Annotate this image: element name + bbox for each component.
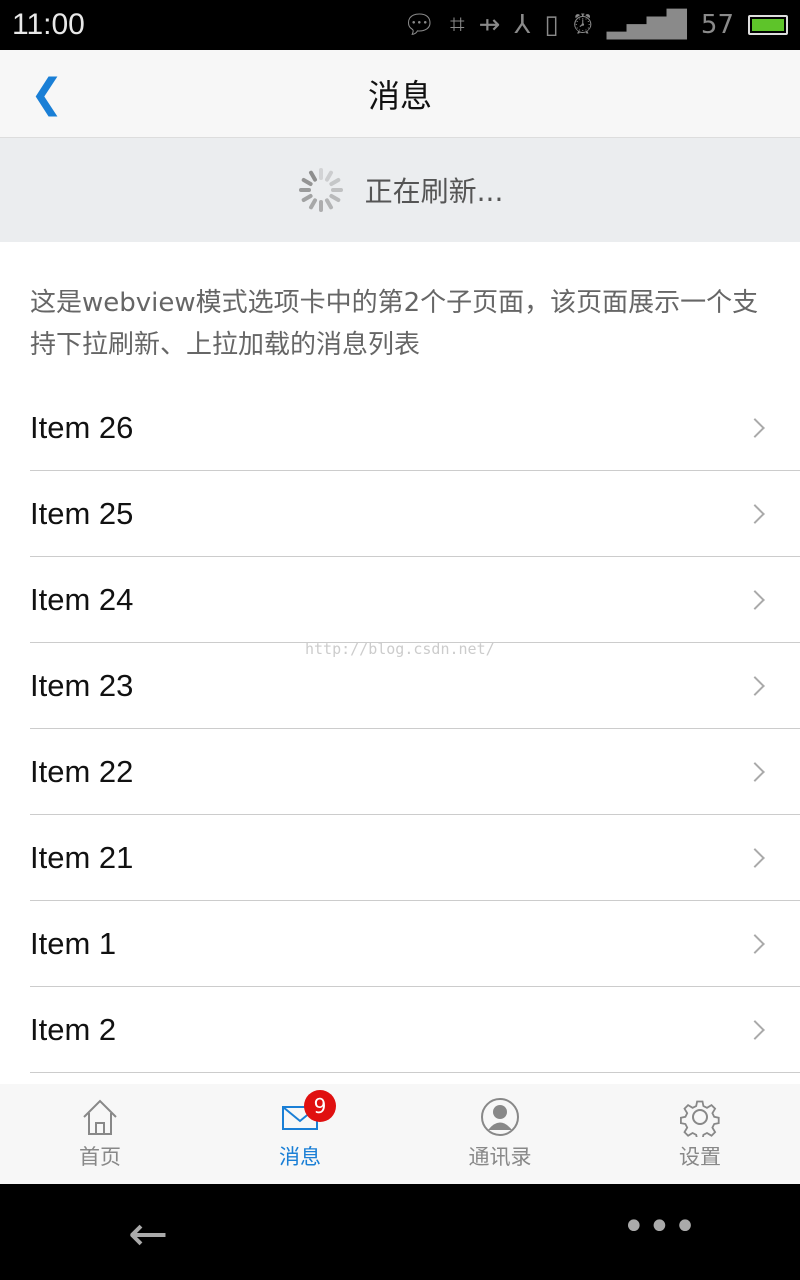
list-item[interactable]: Item 2 xyxy=(30,987,800,1073)
tab-bar: 首页 9 消息 通讯录 设置 xyxy=(0,1084,800,1184)
list-item[interactable]: Item 25 xyxy=(30,471,800,557)
watermark: http://blog.csdn.net/ xyxy=(305,640,495,658)
list-item[interactable]: Item 24 xyxy=(30,557,800,643)
battery-level: 57 xyxy=(700,10,734,40)
header: ❮ 消息 xyxy=(0,50,800,138)
chevron-left-icon: ❮ xyxy=(30,71,64,117)
item-label: Item 25 xyxy=(30,495,134,531)
alarm-icon: ⏰︎ xyxy=(572,9,593,40)
chat-icon: 💬︎ xyxy=(402,10,436,40)
tab-home[interactable]: 首页 xyxy=(0,1084,200,1184)
message-list: Item 26 Item 25 Item 24 Item 23 Item 22 Item … xyxy=(0,385,800,1073)
item-label: Item 2 xyxy=(30,1011,117,1047)
chevron-right-icon xyxy=(745,1019,765,1040)
item-label: Item 24 xyxy=(30,581,134,617)
status-bar: 11:00 💬︎ ⌗ ⇸ ⅄ ▯ ⏰︎ ▂▄▆█ 57 xyxy=(0,0,800,50)
unread-badge: 9 xyxy=(304,1090,336,1122)
chevron-right-icon xyxy=(745,761,765,782)
chevron-right-icon xyxy=(745,503,765,524)
item-label: Item 26 xyxy=(30,409,134,445)
tab-label: 消息 xyxy=(279,1145,321,1169)
chevron-right-icon xyxy=(745,675,765,696)
chevron-right-icon xyxy=(745,847,765,868)
system-back-button[interactable]: ← xyxy=(128,1206,168,1262)
tab-settings[interactable]: 设置 xyxy=(600,1084,800,1184)
system-nav-bar: ← ••• xyxy=(0,1184,800,1280)
item-label: Item 21 xyxy=(30,839,134,875)
tab-label: 通讯录 xyxy=(468,1145,532,1169)
clock: 11:00 xyxy=(12,8,85,41)
spinner-icon xyxy=(297,166,345,214)
tab-messages[interactable]: 9 消息 xyxy=(200,1084,400,1184)
home-icon xyxy=(83,1099,117,1135)
system-menu-button[interactable]: ••• xyxy=(622,1204,699,1250)
list-item[interactable]: Item 1 xyxy=(30,901,800,987)
chevron-right-icon xyxy=(745,933,765,954)
refresh-text: 正在刷新... xyxy=(364,175,504,208)
page-description: 这是webview模式选项卡中的第2个子页面，该页面展示一个支持下拉刷新、上拉加… xyxy=(30,288,759,360)
tab-label: 首页 xyxy=(79,1145,121,1169)
page-title: 消息 xyxy=(367,76,432,115)
tab-label: 设置 xyxy=(679,1145,721,1169)
chevron-right-icon xyxy=(745,589,765,610)
contacts-icon xyxy=(481,1098,519,1136)
scan-icon: ⌗ xyxy=(450,9,465,40)
vibrate-icon: ▯ xyxy=(544,10,559,40)
pull-refresh-indicator: 正在刷新... xyxy=(0,138,800,242)
chevron-right-icon xyxy=(745,417,765,438)
item-label: Item 22 xyxy=(30,753,134,789)
signal-icon: ▂▄▆█ xyxy=(606,10,687,40)
tab-contacts[interactable]: 通讯录 xyxy=(400,1084,600,1184)
list-item[interactable]: Item 22 xyxy=(30,729,800,815)
list-item[interactable]: Item 21 xyxy=(30,815,800,901)
gear-icon xyxy=(680,1100,720,1137)
list-item[interactable]: Item 26 xyxy=(30,385,800,471)
item-label: Item 1 xyxy=(30,925,117,961)
item-label: Item 23 xyxy=(30,667,134,703)
back-button[interactable]: ❮ xyxy=(30,71,64,117)
usb-icon: ⇸ xyxy=(478,10,501,40)
battery-icon xyxy=(748,15,788,35)
share-icon: ⅄ xyxy=(514,10,531,40)
